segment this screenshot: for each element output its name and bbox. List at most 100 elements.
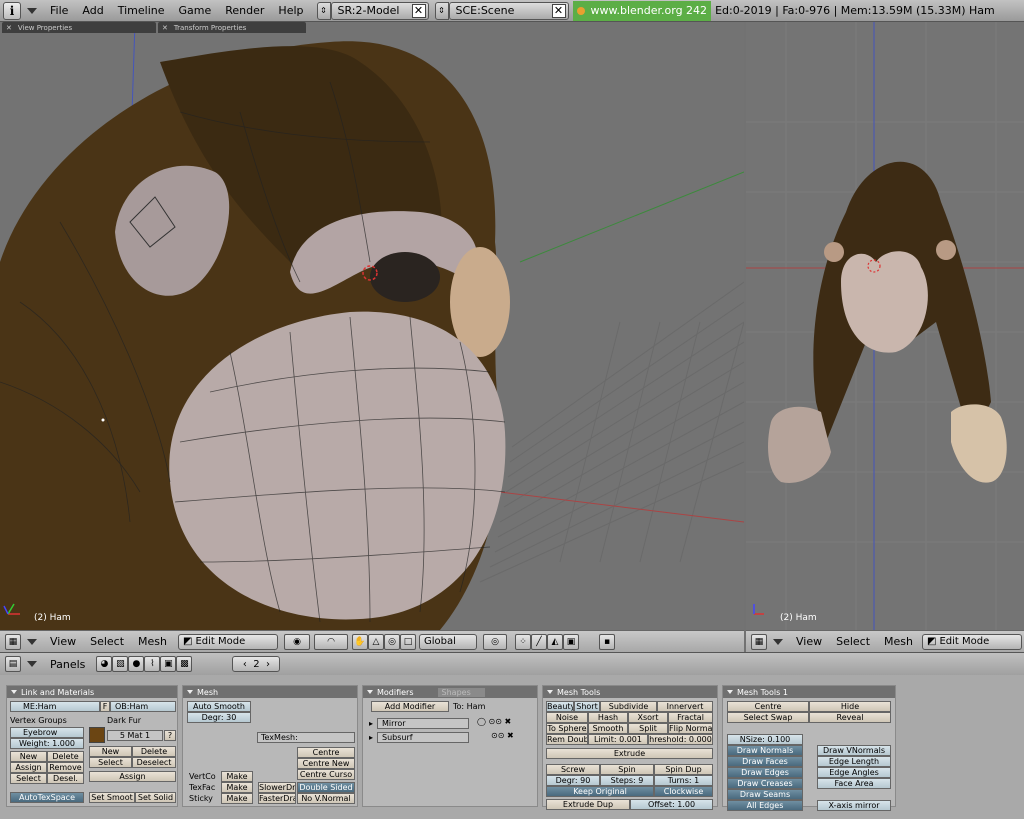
innervert-select[interactable]: Innervert <box>657 701 713 712</box>
3d-viewport-left[interactable]: ✕ View Properties ✕ Transform Properties (… <box>0 22 744 630</box>
shading-icon[interactable]: ◉ <box>284 633 311 650</box>
modifier-controls-icon[interactable]: ◯ ⊙⊙ ✖ <box>477 717 511 726</box>
vgroup-remove-button[interactable]: Remove <box>47 762 84 773</box>
screen-browse-button[interactable]: ⇕ <box>316 1 331 20</box>
help-button[interactable]: ? <box>164 730 176 741</box>
texmesh-field[interactable]: TexMesh: <box>257 732 355 743</box>
set-smooth-button[interactable]: Set Smoot <box>89 792 135 803</box>
no-vnormal-flip-toggle[interactable]: No V.Normal <box>297 793 355 804</box>
menu-render[interactable]: Render <box>218 4 271 17</box>
scene-browse-button[interactable]: ⇕ <box>434 1 449 20</box>
fake-user-button[interactable]: F <box>100 701 110 712</box>
panel-header[interactable]: Modifiers Shapes <box>363 686 537 698</box>
autotexspace-toggle[interactable]: AutoTexSpace <box>10 792 84 803</box>
modifiers-tab[interactable]: Modifiers <box>377 688 414 697</box>
chevron-down-icon[interactable] <box>27 7 37 14</box>
expand-icon[interactable]: ▸ <box>369 733 373 742</box>
material-index-field[interactable]: 5 Mat 1 <box>107 730 163 741</box>
normal-size-field[interactable]: NSize: 0.100 <box>727 734 803 745</box>
faster-draw-toggle[interactable]: FasterDra <box>258 793 296 804</box>
script-icon[interactable]: ▧ <box>112 656 129 672</box>
offset-field[interactable]: Offset: 1.00 <box>630 799 713 810</box>
edge-select-icon[interactable]: ╱ <box>531 633 548 650</box>
menu-file[interactable]: File <box>43 4 75 17</box>
to-sphere-button[interactable]: To Sphere <box>546 723 588 734</box>
scene-context-icon[interactable]: ▩ <box>176 656 193 672</box>
turns-field[interactable]: Turns: 1 <box>654 775 713 786</box>
material-select-button[interactable]: Select <box>89 757 132 768</box>
material-delete-button[interactable]: Delete <box>132 746 176 757</box>
menu-select[interactable]: Select <box>829 635 877 648</box>
noise-button[interactable]: Noise <box>546 712 588 723</box>
smooth-button[interactable]: Smooth <box>588 723 628 734</box>
menu-game[interactable]: Game <box>172 4 219 17</box>
draw-creases-toggle[interactable]: Draw Creases <box>727 778 803 789</box>
mirror-modifier-name[interactable]: Mirror <box>377 718 469 729</box>
vgroup-assign-button[interactable]: Assign <box>10 762 47 773</box>
remove-doubles-button[interactable]: Rem Doub <box>546 734 588 745</box>
spin-button[interactable]: Spin <box>600 764 654 775</box>
material-deselect-button[interactable]: Deselect <box>132 757 176 768</box>
menu-mesh[interactable]: Mesh <box>131 635 174 648</box>
hand-icon[interactable]: ✋ <box>352 633 369 650</box>
mode-select[interactable]: ◩ Edit Mode <box>922 633 1023 650</box>
mesh-datablock-field[interactable]: ME:Ham <box>10 701 100 712</box>
scale-icon[interactable]: □ <box>400 633 417 650</box>
menu-mesh[interactable]: Mesh <box>877 635 920 648</box>
fractal-button[interactable]: Fractal <box>668 712 713 723</box>
menu-select[interactable]: Select <box>83 635 131 648</box>
3d-viewport-right[interactable]: (2) Ham <box>746 22 1024 630</box>
menu-help[interactable]: Help <box>271 4 310 17</box>
occlude-icon[interactable]: ▣ <box>563 633 580 650</box>
clockwise-toggle[interactable]: Clockwise <box>654 786 713 797</box>
chevron-down-icon[interactable] <box>27 638 37 645</box>
vgroup-deselect-button[interactable]: Desel. <box>47 773 84 784</box>
editor-type-icon[interactable]: ▦ <box>751 633 767 650</box>
vertex-select-icon[interactable]: ⁘ <box>515 633 532 650</box>
vgroup-new-button[interactable]: New <box>10 751 47 762</box>
object-context-icon[interactable]: ⌇ <box>144 656 161 672</box>
all-edges-toggle[interactable]: All Edges <box>727 800 803 811</box>
material-assign-button[interactable]: Assign <box>89 771 176 782</box>
screen-field[interactable]: SR:2-Model ✕ <box>330 1 429 20</box>
short-toggle[interactable]: Short <box>574 701 600 712</box>
extrude-dup-button[interactable]: Extrude Dup <box>546 799 630 810</box>
xsort-button[interactable]: Xsort <box>628 712 668 723</box>
draw-seams-toggle[interactable]: Draw Seams <box>727 789 803 800</box>
select-swap-button[interactable]: Select Swap <box>727 712 809 723</box>
editor-type-icon[interactable]: ▤ <box>5 656 21 672</box>
double-sided-toggle[interactable]: Double Sided <box>297 782 355 793</box>
object-name-field[interactable]: OB:Ham <box>110 701 176 712</box>
panel-header[interactable]: Mesh <box>183 686 357 698</box>
hash-button[interactable]: Hash <box>588 712 628 723</box>
menu-view[interactable]: View <box>789 635 829 648</box>
face-select-icon[interactable]: ◭ <box>547 633 564 650</box>
chevron-down-icon[interactable] <box>773 638 783 645</box>
translate-icon[interactable]: △ <box>368 633 385 650</box>
auto-smooth-toggle[interactable]: Auto Smooth <box>187 701 251 712</box>
transform-properties-panel[interactable]: ✕ Transform Properties <box>158 22 306 33</box>
face-area-toggle[interactable]: Face Area <box>817 778 891 789</box>
orbit-pivot-icon[interactable]: ◠ <box>314 633 349 650</box>
spin-dup-button[interactable]: Spin Dup <box>654 764 713 775</box>
panel-header[interactable]: Mesh Tools <box>543 686 717 698</box>
menu-add[interactable]: Add <box>75 4 110 17</box>
panel-header[interactable]: Mesh Tools 1 <box>723 686 895 698</box>
extrude-button[interactable]: Extrude <box>546 748 713 759</box>
modifier-controls-icon[interactable]: ⊙⊙ ✖ <box>491 731 514 740</box>
draw-edges-toggle[interactable]: Draw Edges <box>727 767 803 778</box>
frame-number-field[interactable]: ‹ 2 › <box>232 656 281 672</box>
blender-url-badge[interactable]: www.blender.org 242 <box>572 0 712 21</box>
flip-normals-button[interactable]: Flip Norma <box>668 723 713 734</box>
proportional-edit-icon[interactable]: ◎ <box>483 633 508 650</box>
render-icon[interactable]: ▪ <box>599 633 616 650</box>
close-icon[interactable]: ✕ <box>551 3 566 18</box>
close-icon[interactable]: ✕ <box>6 24 12 32</box>
editing-context-icon[interactable]: ▣ <box>160 656 177 672</box>
edge-angles-toggle[interactable]: Edge Angles <box>817 767 891 778</box>
panel-header[interactable]: Link and Materials <box>7 686 177 698</box>
vertex-group-field[interactable]: Eyebrow <box>10 727 84 738</box>
centre-cursor-button[interactable]: Centre Curso <box>297 769 355 780</box>
rotate-icon[interactable]: ◎ <box>384 633 401 650</box>
smooth-degree-field[interactable]: Degr: 30 <box>187 712 251 723</box>
